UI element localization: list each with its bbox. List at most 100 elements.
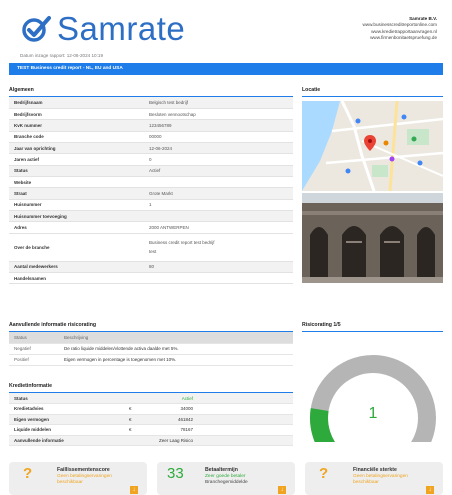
card-subtitle: Geen betalingservaringen beschikbaar — [353, 474, 408, 485]
download-icon[interactable]: ↓ — [426, 486, 434, 494]
row-label: Over de branche — [9, 233, 149, 262]
card-sub-line: Geen betalingservaringen — [57, 474, 112, 479]
row-label: KvK nummer — [9, 119, 149, 132]
table-row: Website — [9, 176, 293, 189]
general-table: Bedrijfsnaam Belgisch test bedrijf Bedrij… — [9, 97, 293, 285]
checkmark-logo-icon — [22, 16, 51, 42]
table-row: Kredietadvies €34000 — [9, 403, 293, 415]
row-label: Huisnummer toevoeging — [9, 210, 149, 223]
table-row: Aanvullende informatie Zeer Laag Risico — [9, 435, 293, 446]
risk-rating-section: Risicorating 1/5 1 — [302, 322, 443, 463]
row-value: 0 — [149, 153, 293, 166]
branche-extra: test — [149, 249, 157, 255]
credit-section: Kredietinformatie Status Actief Kredietad… — [9, 383, 293, 446]
row-label: Eigen vermogen — [9, 414, 129, 425]
gauge-fill — [310, 408, 342, 463]
row-value: Zeer Laag Risico — [157, 435, 196, 446]
column-header: Status — [9, 332, 59, 344]
table-row: Aantal medewerkers 80 — [9, 261, 293, 273]
table-row: Liquide middelen €78167 — [9, 424, 293, 436]
risk-description: Eigen vermogen in percentage is toegenom… — [59, 354, 293, 366]
risk-status: Negatief — [9, 343, 59, 355]
card-subtitle: Zeer goede betaler Branchegemiddelde — [205, 474, 248, 485]
company-link[interactable]: www.kredietrapportaanvragen.nl — [362, 29, 437, 35]
row-value: Business credit report test bedrijf test — [149, 233, 293, 262]
row-label: Huisnummer — [9, 199, 149, 211]
download-icon[interactable]: ↓ — [130, 486, 138, 494]
row-value: 123456789 — [149, 119, 293, 132]
company-link[interactable]: www.firmenbonitaetspruefung.de — [362, 35, 437, 41]
row-label: Adres — [9, 221, 149, 234]
section-title: Aanvullende informatie risicorating — [9, 322, 293, 332]
row-label: Aanvullende informatie — [9, 435, 129, 446]
table-header-row: Status Beschrijving — [9, 332, 293, 344]
table-row: Bedrijfsvorm Besloten vennootschap — [9, 108, 293, 121]
risk-gauge: 1 — [310, 355, 436, 463]
row-label: Bedrijfsnaam — [9, 97, 149, 109]
company-link[interactable]: www.businesscreditreportonline.com — [362, 22, 437, 28]
report-header: Samrate Samrate B.V. www.businesscreditr… — [9, 0, 443, 58]
currency — [129, 393, 157, 404]
currency — [129, 435, 157, 446]
card-sub-line: beschikbaar — [353, 479, 379, 485]
card-score: 33 — [167, 465, 184, 482]
download-icon[interactable]: ↓ — [278, 486, 286, 494]
row-value: 2000 ANTWERPEN — [149, 221, 293, 234]
brand-logo: Samrate — [21, 10, 185, 48]
table-row: Huisnummer toevoeging — [9, 210, 293, 223]
map-graphic — [302, 101, 443, 191]
currency: € — [129, 424, 157, 436]
financial-strength-card: ? Financiële sterkte Geen betalingservar… — [305, 462, 443, 495]
row-value: 00000 — [149, 131, 293, 143]
company-info: Samrate B.V. www.businesscreditreportonl… — [362, 16, 437, 41]
section-title: Risicorating 1/5 — [302, 322, 443, 332]
payment-term-card: 33 Betaaltermijn Zeer goede betaler Branc… — [157, 462, 295, 495]
row-value: 78167 — [157, 424, 196, 436]
table-row: Status Actief — [9, 165, 293, 177]
row-label: Jaar van oprichting — [9, 142, 149, 155]
table-row: Status Actief — [9, 393, 293, 404]
card-sub-line: Geen betalingservaringen — [353, 474, 408, 479]
section-title: Locatie — [302, 87, 443, 97]
card-title: Betaaltermijn — [205, 467, 238, 473]
table-row: Positief Eigen vermogen in percentage is … — [9, 354, 293, 366]
table-row: Eigen vermogen €461842 — [9, 414, 293, 425]
row-label: Branche code — [9, 131, 149, 143]
credit-table: Status Actief Kredietadvies €34000 Eigen v… — [9, 393, 293, 446]
card-title: Faillissementenscore — [57, 467, 110, 473]
building-graphic — [302, 193, 443, 283]
row-value: Grote Markt — [149, 187, 293, 200]
row-value: 12-06-2024 — [149, 142, 293, 155]
card-sub-line: beschikbaar — [57, 479, 83, 485]
gauge-track — [310, 355, 436, 463]
location-map[interactable] — [302, 101, 443, 191]
card-sub-line: Zeer goede betaler — [205, 474, 246, 479]
table-row: Bedrijfsnaam Belgisch test bedrijf — [9, 97, 293, 109]
table-row: Over de branche Business credit report t… — [9, 233, 293, 262]
row-value: Belgisch test bedrijf — [149, 97, 293, 109]
card-score: ? — [23, 465, 33, 482]
bankruptcy-score-card: ? Faillissementenscore Geen betalingserv… — [9, 462, 147, 495]
table-row: Branche code 00000 — [9, 131, 293, 143]
section-title: Kredietinformatie — [9, 383, 293, 393]
card-subtitle: Geen betalingservaringen beschikbaar — [57, 474, 112, 485]
table-row: Huisnummer 1 — [9, 199, 293, 211]
brand-name: Samrate — [57, 10, 186, 47]
status-value: Actief — [149, 165, 293, 177]
risk-description: De ratio liquide middelen/vlottende acti… — [59, 343, 293, 355]
rating-value: 1 — [369, 405, 378, 422]
street-view-photo[interactable] — [302, 193, 443, 283]
row-label: Bedrijfsvorm — [9, 108, 149, 121]
row-value: 80 — [149, 261, 293, 273]
score-cards: ? Faillissementenscore Geen betalingserv… — [9, 462, 443, 495]
table-row: Adres 2000 ANTWERPEN — [9, 221, 293, 234]
card-sub-line: Branchegemiddelde — [205, 479, 248, 485]
row-label: Jaren actief — [9, 153, 149, 166]
row-value — [149, 272, 293, 285]
branche-text: Business credit report test bedrijf — [149, 240, 215, 246]
risk-status: Positief — [9, 354, 59, 366]
credit-status: Actief — [157, 393, 196, 404]
risk-table: Status Beschrijving Negatief De ratio liqu… — [9, 332, 293, 366]
row-label: Straat — [9, 187, 149, 200]
currency: € — [129, 414, 157, 425]
